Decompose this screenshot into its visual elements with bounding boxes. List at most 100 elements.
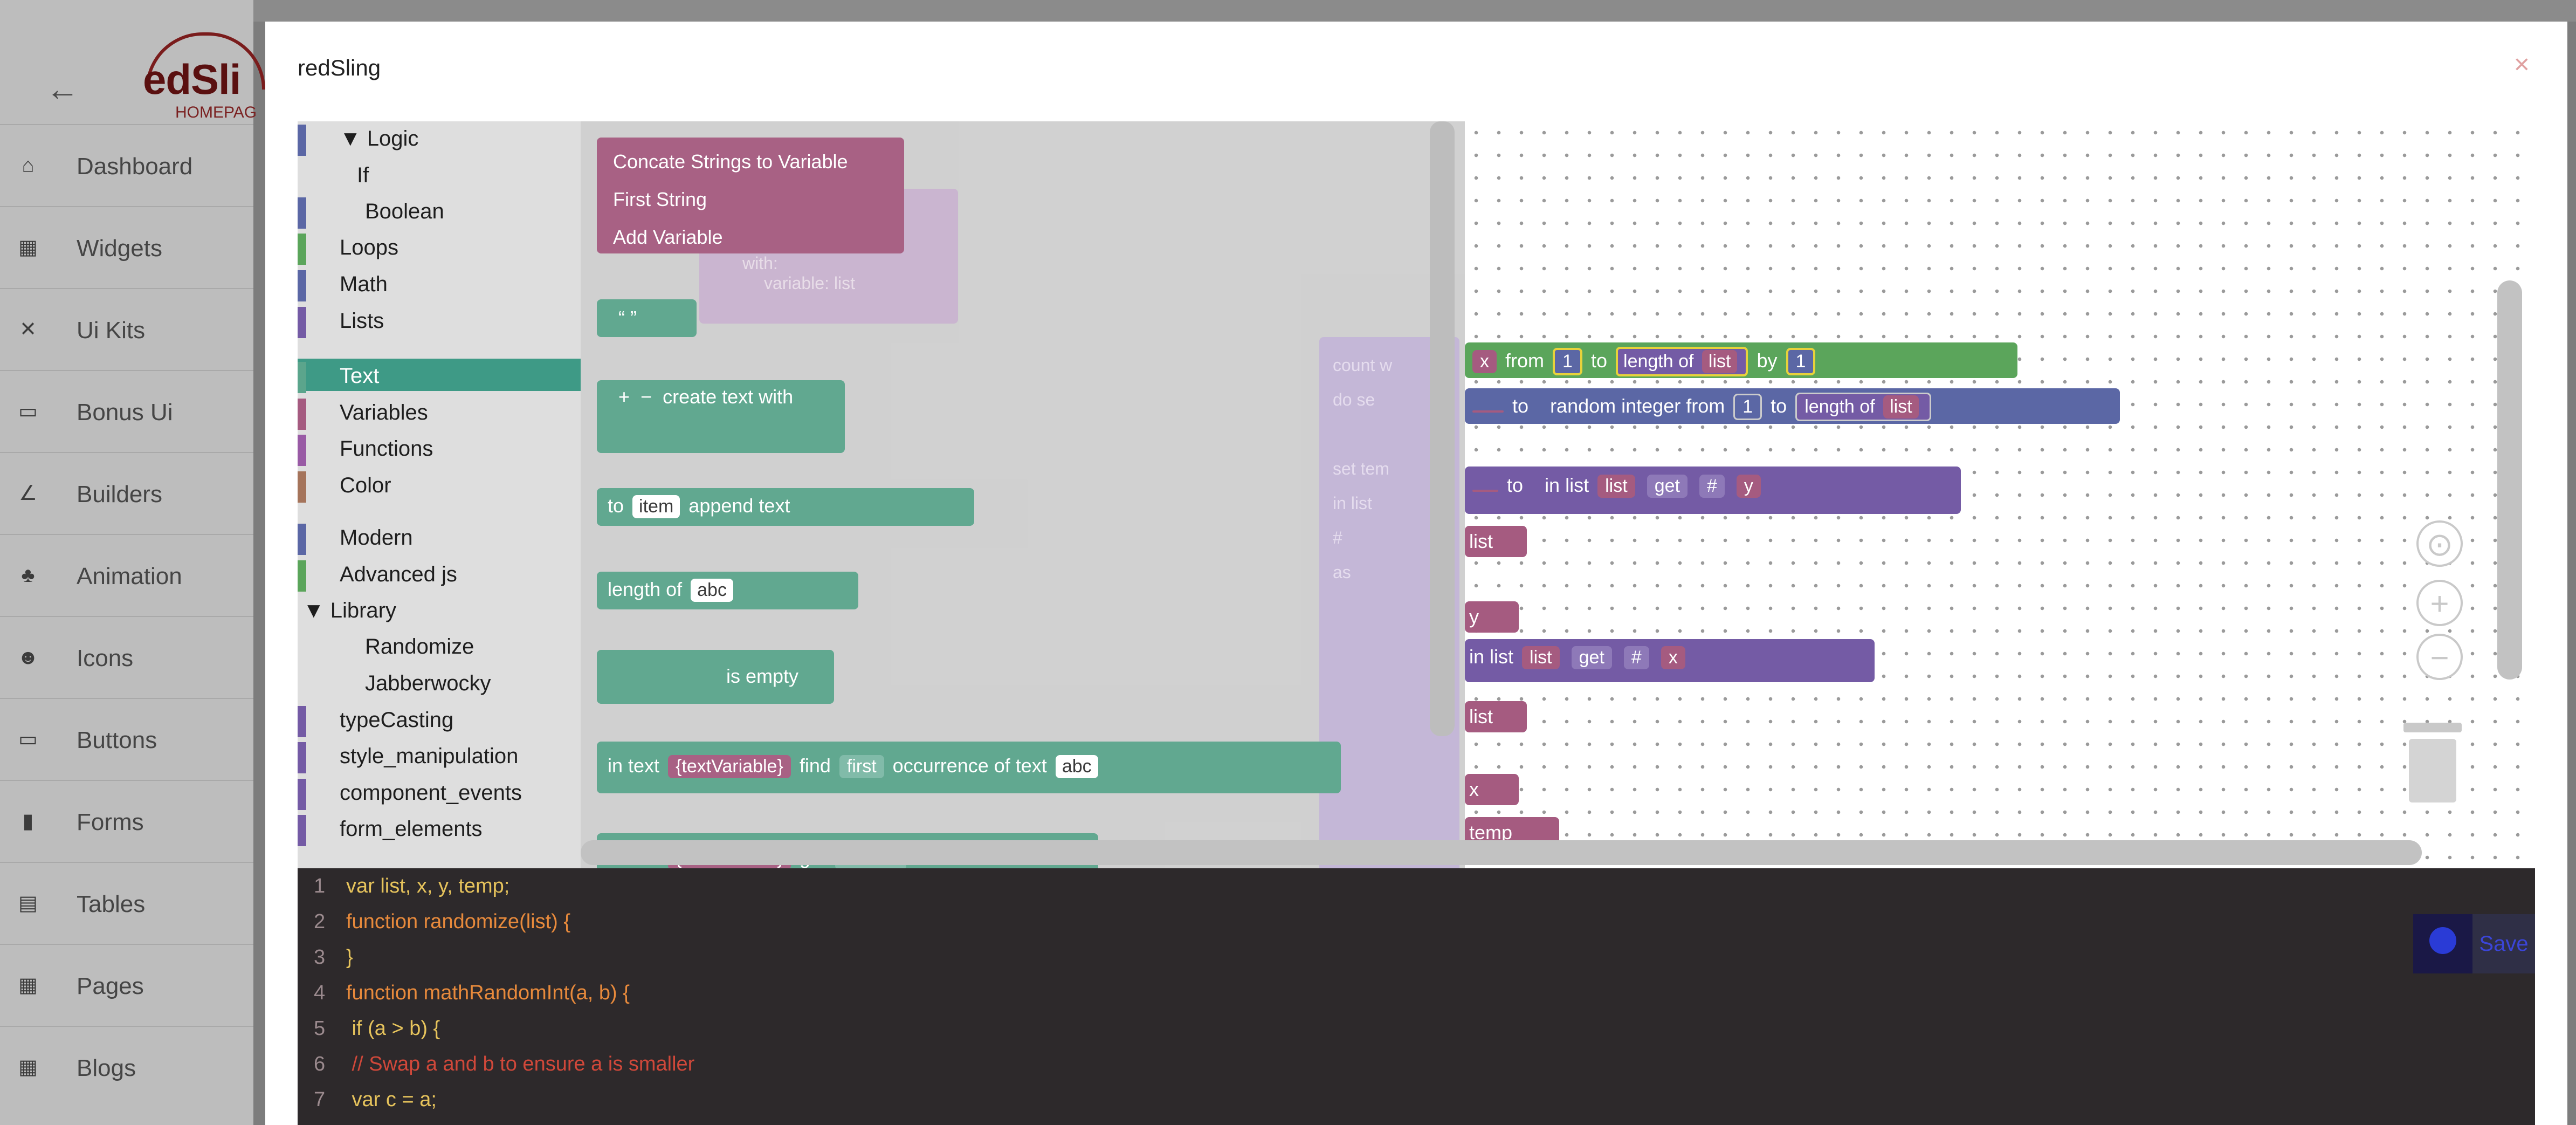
blockly-workspace[interactable]: x from 1 to length of list by 1 to rando…: [1465, 121, 2535, 868]
sidebar-item-label: Pages: [77, 973, 144, 999]
length-of-block[interactable]: length of list: [1616, 347, 1748, 376]
sidebar-item-buttons[interactable]: ▭ Buttons: [0, 698, 253, 780]
logo[interactable]: edSli: [143, 55, 241, 104]
x-variable-block[interactable]: x: [1465, 774, 1519, 805]
sidebar-item-label: Dashboard: [77, 153, 193, 180]
set-var-dropdown[interactable]: [1472, 410, 1504, 413]
sidebar-item-blogs[interactable]: ▦ Blogs: [0, 1026, 253, 1108]
y-variable-block[interactable]: y: [1465, 601, 1519, 633]
builder-icon: ∠: [18, 482, 38, 505]
save-button[interactable]: Save: [2472, 914, 2535, 973]
code-line: 7 var c = a;: [314, 1088, 437, 1124]
flyout-scrollbar[interactable]: [1430, 121, 1455, 736]
set-random-block[interactable]: to random integer from 1 to length of li…: [1465, 388, 2120, 424]
list-variable-block[interactable]: list: [1465, 526, 1527, 557]
toolbox-category-style_manipulation[interactable]: style_manipulation: [298, 739, 581, 773]
find-var-dropdown[interactable]: {textVariable}: [668, 755, 791, 778]
sidebar: ← edSli HOMEPAG ⌂ Dashboard ▦ Widgets ✕ Ui Ki…: [0, 0, 265, 1125]
zoom-out-icon[interactable]: −: [2416, 634, 2463, 680]
zoom-in-icon[interactable]: +: [2416, 580, 2463, 626]
toolbox-category-lists[interactable]: Lists: [298, 304, 581, 338]
sidebar-item-forms[interactable]: ▮ Forms: [0, 780, 253, 862]
sidebar-item-ui-kits[interactable]: ✕ Ui Kits: [0, 288, 253, 370]
workspace-vertical-scrollbar[interactable]: [2497, 280, 2522, 680]
loop-var-dropdown[interactable]: x: [1472, 350, 1497, 373]
sidebar-item-builders[interactable]: ∠ Builders: [0, 452, 253, 534]
random-from-value[interactable]: 1: [1733, 394, 1762, 420]
forms-icon: ▮: [22, 810, 34, 833]
toolbox-category-if[interactable]: If: [298, 158, 581, 190]
sidebar-item-dashboard[interactable]: ⌂ Dashboard: [0, 124, 253, 206]
get-dropdown[interactable]: get: [1647, 475, 1688, 498]
is-empty-label: is empty: [726, 665, 799, 687]
toolbox-category-advancedjs[interactable]: Advanced js: [298, 557, 581, 592]
toolbox-category-math[interactable]: Math: [298, 267, 581, 301]
plus-icon[interactable]: +: [618, 386, 630, 408]
toolbox-category-modern[interactable]: Modern: [298, 520, 581, 555]
toolbox-category-form_elements[interactable]: form_elements: [298, 812, 581, 846]
hash-dropdown-2[interactable]: #: [1623, 646, 1649, 669]
length-of-text-label: length of: [608, 578, 683, 600]
toolbox-category-randomize[interactable]: Randomize: [298, 629, 581, 662]
concat-title: Concate Strings to Variable: [613, 150, 848, 173]
zoom-reset-icon[interactable]: ⊙: [2416, 520, 2463, 567]
list-dropdown-2[interactable]: list: [1883, 395, 1919, 419]
minus-icon[interactable]: −: [640, 386, 652, 408]
append-to-label: to: [608, 495, 624, 517]
by-value[interactable]: 1: [1786, 348, 1816, 375]
toolbox-category-label: Variables: [340, 401, 428, 424]
trash-icon[interactable]: [2403, 723, 2462, 804]
find-value[interactable]: abc: [1055, 755, 1098, 778]
save-star-box[interactable]: [2413, 914, 2472, 973]
sidebar-item-bonus-ui[interactable]: ▭ Bonus Ui: [0, 370, 253, 452]
toolbox-category-component_events[interactable]: component_events: [298, 776, 581, 810]
sidebar-item-pages[interactable]: ▦ Pages: [0, 944, 253, 1026]
set-var-dropdown-2[interactable]: [1472, 490, 1498, 492]
toolbox-category-functions[interactable]: Functions: [298, 431, 581, 466]
star-icon: [2429, 927, 2456, 954]
toolbox-category-logic[interactable]: ▼ Logic: [298, 121, 581, 156]
append-var-dropdown[interactable]: item: [632, 495, 680, 518]
toolbox-category-library[interactable]: ▼ Library: [298, 593, 581, 626]
close-icon[interactable]: ×: [2514, 49, 2530, 80]
toolbox-category-variables[interactable]: Variables: [298, 395, 581, 430]
toolbox-category-typecasting[interactable]: typeCasting: [298, 703, 581, 737]
sidebar-item-tables[interactable]: ▤ Tables: [0, 862, 253, 944]
length-text-value[interactable]: abc: [691, 579, 733, 602]
tables-icon: ▤: [18, 892, 38, 915]
in-list-get-block[interactable]: in list list get # x: [1465, 639, 1875, 682]
length-of-text-block[interactable]: length of abc: [597, 572, 858, 609]
concat-strings-block[interactable]: Concate Strings to Variable First String…: [597, 138, 904, 253]
list-dropdown-4[interactable]: list: [1522, 646, 1560, 669]
y-dropdown[interactable]: y: [1736, 475, 1761, 498]
find-first-dropdown[interactable]: first: [839, 755, 884, 778]
append-text-block[interactable]: to item append text: [597, 488, 974, 526]
list-variable-block-2[interactable]: list: [1465, 701, 1527, 732]
code-text: function mathRandomInt(a, b) {: [346, 982, 630, 1004]
workspace-horizontal-scrollbar[interactable]: [581, 840, 2422, 865]
sidebar-item-widgets[interactable]: ▦ Widgets: [0, 206, 253, 288]
toolbox-category-text[interactable]: Text: [298, 359, 581, 393]
find-text-block[interactable]: in text {textVariable} find first occurr…: [597, 742, 1341, 793]
set-list-get-block[interactable]: to in list list get # y: [1465, 467, 1961, 514]
is-empty-block[interactable]: is empty: [597, 650, 834, 704]
from-value[interactable]: 1: [1553, 348, 1582, 375]
length-of-block-2[interactable]: length of list: [1795, 393, 1931, 421]
toolbox-category-jabberwocky[interactable]: Jabberwocky: [298, 666, 581, 698]
create-text-block[interactable]: + − create text with: [597, 380, 845, 453]
for-loop-block[interactable]: x from 1 to length of list by 1: [1465, 342, 2017, 378]
get-dropdown-2[interactable]: get: [1571, 646, 1612, 669]
toolbox-category-loops[interactable]: Loops: [298, 230, 581, 265]
hash-dropdown[interactable]: #: [1699, 475, 1725, 498]
x-dropdown[interactable]: x: [1661, 646, 1685, 669]
toolbox-category-color[interactable]: Color: [298, 468, 581, 503]
list-dropdown[interactable]: list: [1702, 350, 1738, 373]
category-color-bar: [298, 815, 306, 846]
text-quote-block[interactable]: “ ”: [597, 299, 697, 337]
toolbox-category-boolean[interactable]: Boolean: [298, 194, 581, 229]
sidebar-item-label: Forms: [77, 809, 144, 835]
sidebar-item-icons[interactable]: ☻ Icons: [0, 616, 253, 698]
back-arrow-icon[interactable]: ←: [46, 70, 79, 108]
list-dropdown-3[interactable]: list: [1597, 475, 1635, 498]
sidebar-item-animation[interactable]: ♣ Animation: [0, 534, 253, 616]
